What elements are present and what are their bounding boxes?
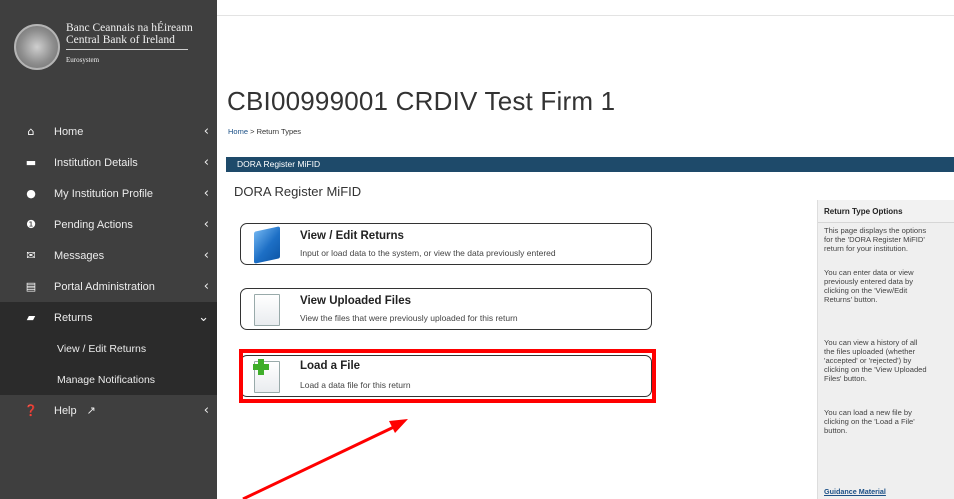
breadcrumb-current: Return Types [256, 127, 302, 136]
breadcrumb: Home > Return Types [228, 127, 301, 136]
sidebar-item-home[interactable]: ⌂ Home ‹ [0, 116, 217, 147]
sidebar-item-portal-administration[interactable]: ▤ Portal Administration ‹ [0, 271, 217, 302]
breadcrumb-home-link[interactable]: Home [228, 127, 248, 136]
logo-divider [66, 49, 188, 50]
return-type-options-panel: Return Type Options This page displays t… [817, 200, 954, 499]
view-edit-returns-button[interactable]: View / Edit Returns Input or load data t… [240, 223, 652, 265]
logo-text: Banc Ceannais na hÉireann Central Bank o… [66, 22, 193, 66]
guidance-material-link[interactable]: Guidance Material [824, 487, 886, 496]
top-divider [217, 15, 954, 16]
chevron-left-icon: ‹ [203, 403, 209, 418]
help-icon: ❓ [24, 404, 38, 417]
sidebar-item-institution-details[interactable]: ▬ Institution Details ‹ [0, 147, 217, 178]
logo-english-name: Central Bank of Ireland [66, 34, 175, 46]
view-uploaded-files-button[interactable]: View Uploaded Files View the files that … [240, 288, 652, 330]
alert-icon: ❶ [26, 218, 36, 231]
sidebar-subitem-label: View / Edit Returns [57, 342, 147, 355]
sidebar-item-returns[interactable]: ▰ Returns ⌄ [0, 302, 217, 333]
panel-paragraph-3: You can view a history of all the files … [824, 338, 927, 383]
harp-seal-icon [14, 24, 60, 70]
chevron-down-icon: ⌄ [198, 310, 209, 325]
chevron-left-icon: ‹ [203, 217, 209, 232]
folder-open-icon: ▰ [26, 311, 36, 324]
central-bank-logo[interactable]: Banc Ceannais na hÉireann Central Bank o… [14, 18, 214, 78]
sidebar-item-label: Pending Actions [54, 218, 133, 231]
panel-paragraph-4: You can load a new file by clicking on t… [824, 408, 915, 435]
chevron-left-icon: ‹ [203, 124, 209, 139]
return-type-heading: DORA Register MiFID [234, 184, 362, 199]
chevron-left-icon: ‹ [203, 186, 209, 201]
card-title: View / Edit Returns [300, 230, 404, 242]
sidebar-item-label: Messages [54, 249, 105, 262]
sidebar-item-pending-actions[interactable]: ❶ Pending Actions ‹ [0, 209, 217, 240]
breadcrumb-separator: > [248, 127, 257, 136]
bank-icon: ▬ [25, 156, 37, 169]
page-title: CBI00999001 CRDIV Test Firm 1 [227, 86, 616, 116]
sidebar-item-label: Returns [54, 311, 93, 324]
sidebar-item-my-institution-profile[interactable]: ● My Institution Profile ‹ [0, 178, 217, 209]
highlight-box [239, 349, 656, 403]
sidebar-item-messages[interactable]: ✉ Messages ‹ [0, 240, 217, 271]
sidebar-item-help[interactable]: ❓ Help ↗ ‹ [0, 395, 217, 426]
sidebar-item-label: My Institution Profile [54, 187, 154, 200]
chevron-left-icon: ‹ [203, 279, 209, 294]
panel-paragraph-2: You can enter data or view previously en… [824, 268, 914, 304]
logo-irish-name: Banc Ceannais na hÉireann [66, 22, 193, 34]
logo-eurosystem: Eurosystem [66, 56, 100, 64]
file-icon [254, 294, 280, 326]
chevron-left-icon: ‹ [203, 155, 209, 170]
section-header-bar: DORA Register MiFID [226, 157, 954, 172]
list-icon: ▤ [25, 280, 37, 293]
folder-icon [254, 226, 280, 264]
chevron-left-icon: ‹ [203, 248, 209, 263]
external-link-icon: ↗ [86, 405, 96, 417]
card-description: View the files that were previously uplo… [300, 313, 518, 323]
panel-paragraph-1: This page displays the options for the '… [824, 226, 927, 253]
sidebar-item-label: Home [54, 125, 84, 138]
sidebar-subitem-view-edit-returns[interactable]: View / Edit Returns [0, 333, 217, 364]
main-content: CBI00999001 CRDIV Test Firm 1 Home > Ret… [217, 0, 954, 499]
home-icon: ⌂ [27, 125, 35, 138]
sidebar: Banc Ceannais na hÉireann Central Bank o… [0, 0, 217, 499]
user-icon: ● [26, 187, 36, 200]
panel-heading: Return Type Options [818, 200, 954, 223]
card-title: View Uploaded Files [300, 295, 411, 307]
envelope-icon: ✉ [26, 249, 36, 262]
sidebar-subitem-label: Manage Notifications [57, 373, 156, 386]
sidebar-subitem-manage-notifications[interactable]: Manage Notifications [0, 364, 217, 395]
sidebar-item-label: Help [54, 404, 77, 417]
sidebar-item-label: Portal Administration [54, 280, 155, 293]
sidebar-nav: ⌂ Home ‹ ▬ Institution Details ‹ ● My In… [0, 116, 217, 426]
card-description: Input or load data to the system, or vie… [300, 248, 556, 258]
sidebar-item-label: Institution Details [54, 156, 138, 169]
